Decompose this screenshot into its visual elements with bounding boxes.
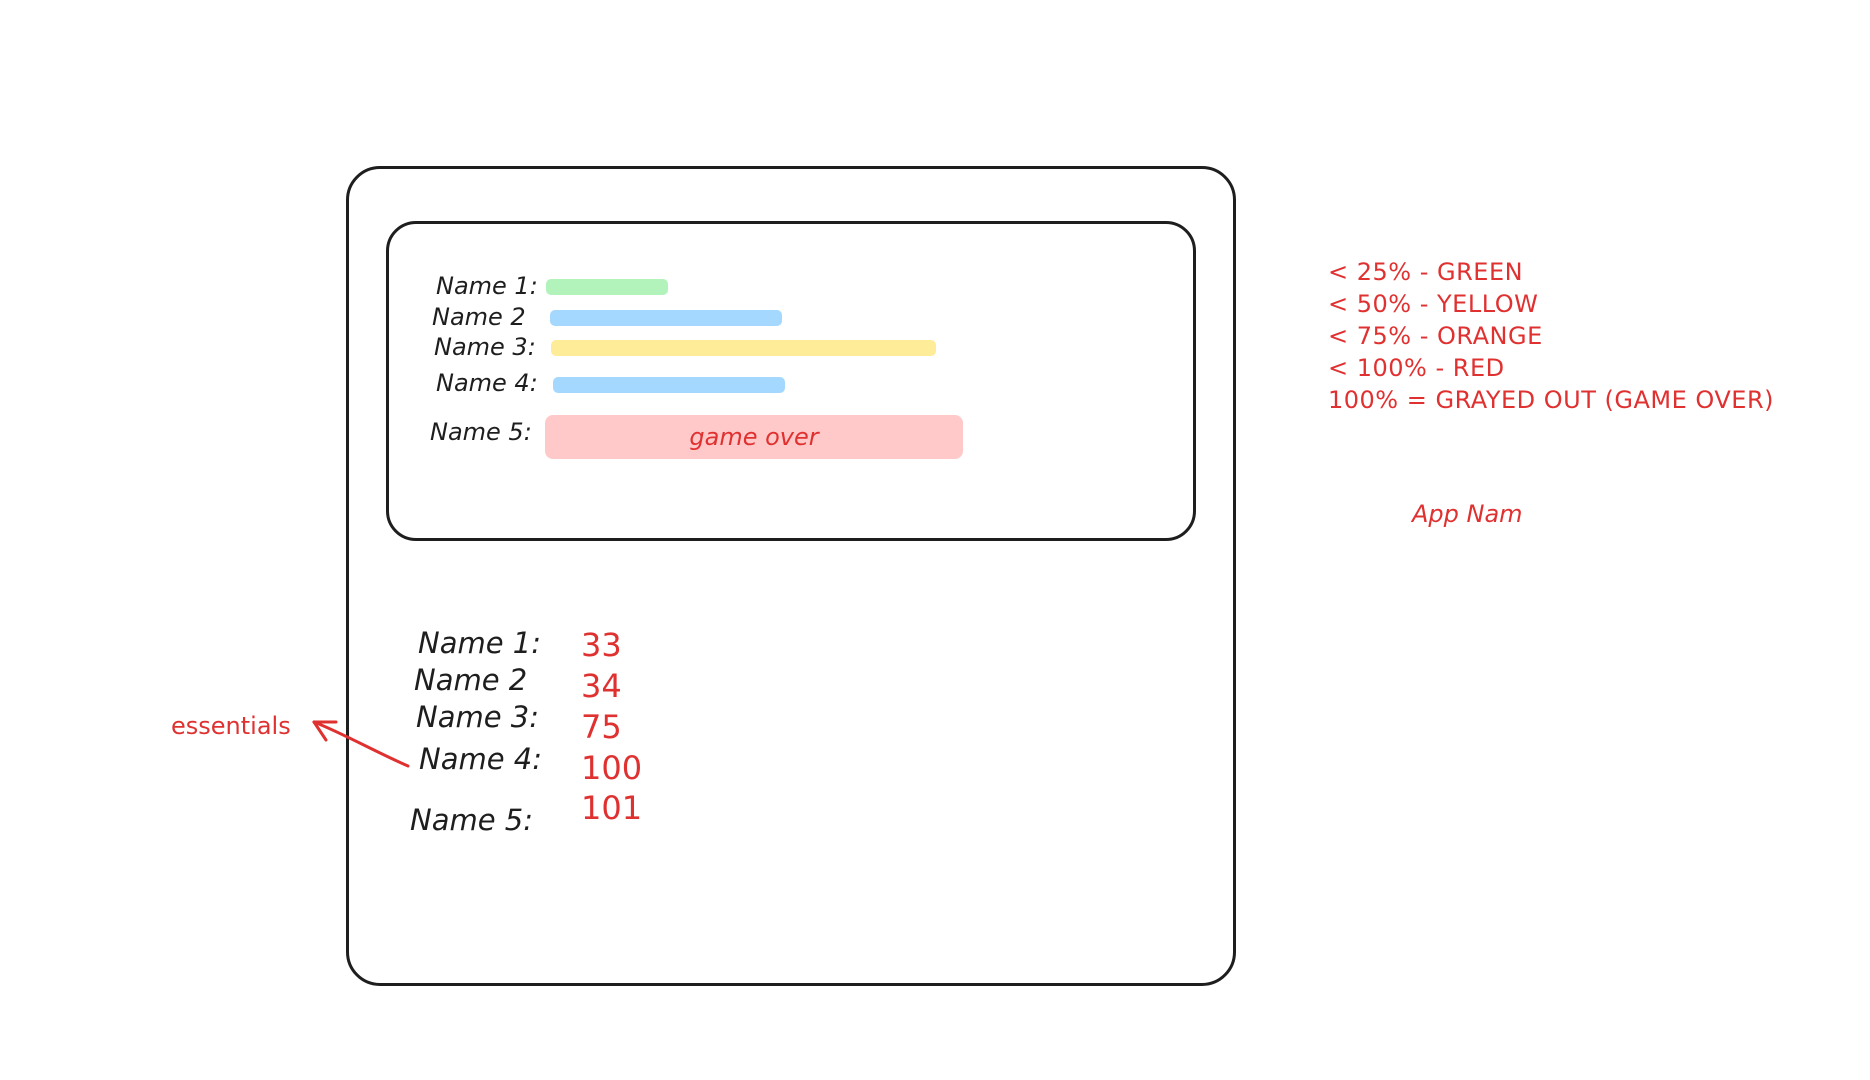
score-label-4: Name 4: <box>419 742 542 776</box>
legend-line-1: < 25% - GREEN <box>1328 258 1524 286</box>
score-label-2: Name 2 <box>414 663 528 697</box>
legend-line-5: 100% = GRAYED OUT (GAME OVER) <box>1328 386 1774 414</box>
score-value-3: 75 <box>581 708 622 746</box>
score-value-5: 101 <box>581 789 643 827</box>
legend-line-2: < 50% - YELLOW <box>1328 290 1539 318</box>
score-label-3: Name 3: <box>416 700 539 734</box>
score-value-2: 34 <box>581 667 622 705</box>
score-label-5: Name 5: <box>410 803 533 837</box>
progress-bar-4 <box>553 377 785 393</box>
app-name-note: App Nam <box>1412 500 1523 528</box>
legend-line-3: < 75% - ORANGE <box>1328 322 1543 350</box>
progress-bar-1 <box>546 279 668 295</box>
legend-line-4: < 100% - RED <box>1328 354 1505 382</box>
panel-label-5: Name 5: <box>430 418 532 446</box>
game-over-bar: game over <box>545 415 963 459</box>
score-value-1: 33 <box>581 626 622 664</box>
panel-label-2: Name 2 <box>432 303 526 331</box>
progress-bar-3 <box>551 340 936 356</box>
score-value-4: 100 <box>581 749 643 787</box>
essentials-annotation: essentials <box>171 712 291 740</box>
panel-label-4: Name 4: <box>436 369 538 397</box>
panel-label-3: Name 3: <box>434 333 536 361</box>
score-label-1: Name 1: <box>418 626 541 660</box>
progress-bar-2 <box>550 310 782 326</box>
essentials-arrow-icon <box>312 720 410 768</box>
panel-label-1: Name 1: <box>436 272 538 300</box>
